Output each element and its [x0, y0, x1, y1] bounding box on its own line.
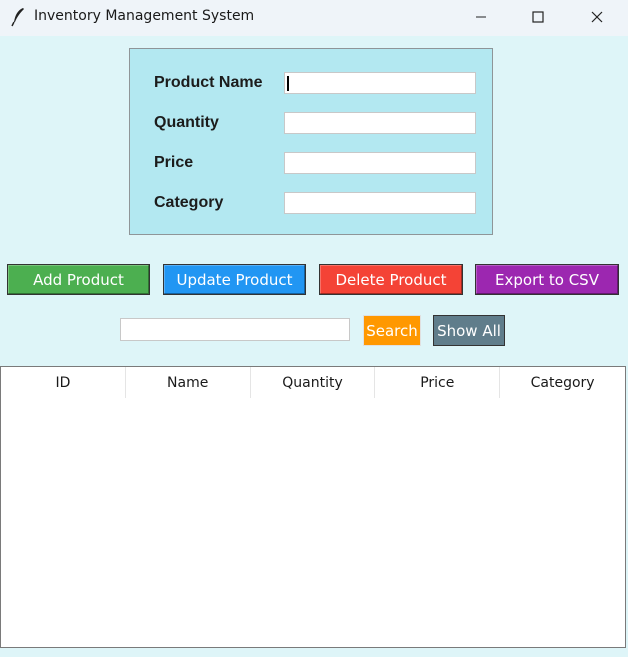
quantity-label: Quantity: [154, 114, 219, 131]
column-header-quantity[interactable]: Quantity: [251, 367, 376, 398]
product-name-label: Product Name: [154, 74, 263, 91]
search-button[interactable]: Search: [363, 315, 421, 346]
price-label: Price: [154, 154, 194, 171]
column-header-category[interactable]: Category: [500, 367, 625, 398]
column-header-name[interactable]: Name: [126, 367, 251, 398]
table-header: ID Name Quantity Price Category: [1, 367, 625, 398]
feather-icon: [10, 7, 28, 27]
maximize-button[interactable]: [515, 0, 561, 34]
category-input[interactable]: [284, 192, 476, 214]
text-cursor: [287, 76, 289, 91]
price-input[interactable]: [284, 152, 476, 174]
category-label: Category: [154, 194, 224, 211]
minimize-button[interactable]: [458, 0, 504, 34]
inventory-table[interactable]: ID Name Quantity Price Category: [0, 366, 626, 648]
export-csv-button[interactable]: Export to CSV: [475, 264, 619, 295]
bottom-strip: [0, 648, 628, 657]
add-product-button[interactable]: Add Product: [7, 264, 150, 295]
show-all-button[interactable]: Show All: [433, 315, 505, 346]
close-button[interactable]: [574, 0, 620, 34]
window-title: Inventory Management System: [34, 8, 255, 24]
delete-product-button[interactable]: Delete Product: [319, 264, 463, 295]
column-header-id[interactable]: ID: [1, 367, 126, 398]
close-icon: [591, 11, 603, 23]
minimize-icon: [476, 16, 486, 18]
update-product-button[interactable]: Update Product: [163, 264, 306, 295]
product-name-input[interactable]: [284, 72, 476, 94]
quantity-input[interactable]: [284, 112, 476, 134]
title-bar: Inventory Management System: [0, 0, 628, 36]
search-input[interactable]: [120, 318, 350, 341]
maximize-icon: [532, 11, 544, 23]
column-header-price[interactable]: Price: [375, 367, 501, 398]
product-form: Product Name Quantity Price Category: [129, 48, 493, 235]
